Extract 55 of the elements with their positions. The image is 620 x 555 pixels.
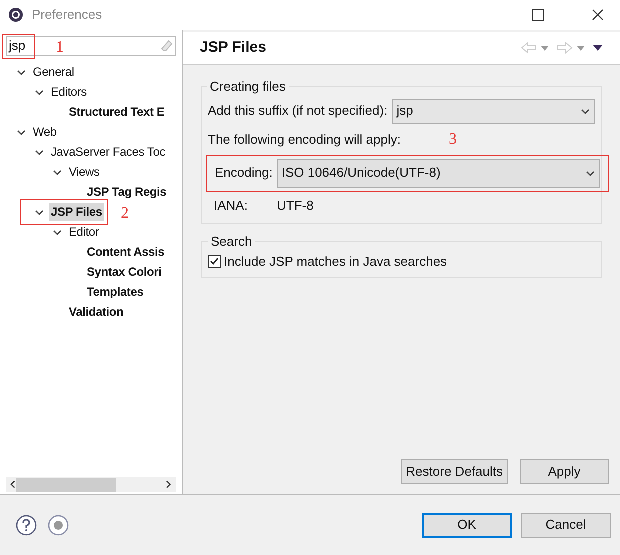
dropdown-icon[interactable] [541, 46, 549, 50]
dropdown-icon[interactable] [577, 46, 585, 50]
checkbox[interactable] [208, 254, 221, 268]
annotation-number: 2 [121, 204, 129, 224]
chevron-down-icon[interactable] [17, 68, 26, 76]
scrollbar-thumb[interactable] [16, 478, 116, 492]
tree-item[interactable]: JSP Tag Regis [85, 183, 169, 201]
dialog-button[interactable]: OK [422, 512, 512, 538]
annotation-box [2, 34, 35, 59]
chevron-down-icon[interactable] [35, 208, 44, 216]
close-icon[interactable] [592, 9, 604, 21]
app-icon [8, 7, 24, 23]
dialog-button[interactable]: Cancel [521, 512, 611, 538]
tree-item[interactable]: Syntax Colori [85, 263, 164, 281]
chevron-down-icon[interactable] [35, 88, 44, 96]
scroll-right-icon[interactable] [166, 480, 172, 489]
window-title: Preferences [32, 6, 102, 24]
chevron-down-icon[interactable] [53, 228, 62, 236]
annotation-number: 3 [448, 130, 457, 150]
group-label: Creating files [209, 78, 287, 96]
tree-item[interactable]: Editors [49, 83, 89, 101]
tree-item[interactable]: Web [31, 123, 59, 141]
tree-item[interactable]: Templates [85, 283, 146, 301]
checkbox-label: Include JSP matches in Java searches [224, 252, 448, 270]
horizontal-scrollbar[interactable] [6, 477, 176, 492]
page-button[interactable]: Restore Defaults [401, 459, 508, 484]
tree-item[interactable]: Editor [67, 223, 102, 241]
annotation-number: 1 [56, 38, 64, 58]
page-title: JSP Files [200, 38, 268, 58]
maximize-icon[interactable] [532, 9, 544, 21]
chevron-down-icon[interactable] [581, 106, 590, 116]
record-icon[interactable] [48, 514, 69, 536]
tree-item[interactable]: Views [67, 163, 102, 181]
chevron-down-icon[interactable] [35, 148, 44, 156]
suffix-dropdown[interactable]: jsp [392, 98, 595, 124]
field-label: Add this suffix (if not specified): [208, 102, 388, 120]
chevron-down-icon[interactable] [17, 128, 26, 136]
chevron-down-icon[interactable] [53, 168, 62, 176]
chevron-down-icon[interactable] [586, 168, 595, 178]
help-icon[interactable] [16, 514, 37, 536]
field-label: IANA: [214, 196, 249, 214]
scroll-left-icon[interactable] [10, 480, 16, 489]
tree-item[interactable]: JSP Files [49, 203, 104, 221]
encoding-dropdown[interactable]: ISO 10646/Unicode(UTF-8) [276, 158, 600, 188]
info-text: The following encoding will apply: [208, 130, 401, 149]
field-value: UTF-8 [277, 196, 314, 214]
tree-item[interactable]: General [31, 63, 76, 81]
tree-item[interactable]: Structured Text E [67, 103, 167, 121]
menu-icon[interactable] [593, 45, 603, 51]
group-label: Search [210, 233, 254, 251]
field-label: Encoding: [215, 164, 273, 182]
tree-item[interactable]: Content Assis [85, 243, 167, 261]
page-button[interactable]: Apply [520, 459, 609, 484]
tree-item[interactable]: JavaServer Faces Toc [49, 143, 168, 161]
tree-item[interactable]: Validation [67, 303, 126, 321]
